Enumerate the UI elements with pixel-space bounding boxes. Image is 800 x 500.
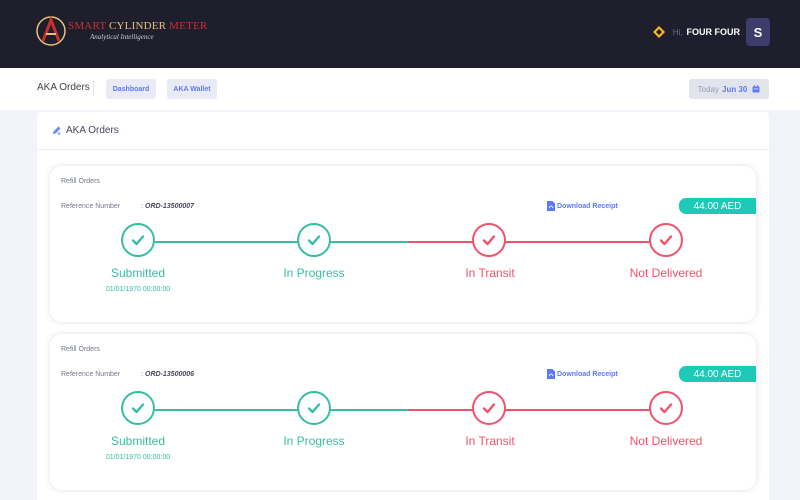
step-submitted-circle [121,391,155,425]
check-icon [659,403,673,414]
step-in-transit-label: In Transit [465,434,515,448]
calendar-icon [752,85,760,93]
order-card: Refill Orders Reference Number : ORD-135… [50,334,756,490]
progress-line-failed [408,409,652,411]
step-in-progress-label: In Progress [283,434,345,448]
check-icon [659,235,673,246]
page-title: AKA Orders [37,82,90,93]
step-in-progress-circle [297,223,331,257]
step-in-progress-circle [297,391,331,425]
progress-line-complete [155,409,408,411]
logo-title: SMART CYLINDER METER [68,20,208,32]
step-not-delivered-circle [649,391,683,425]
check-icon [307,403,321,414]
check-icon [131,403,145,414]
dashboard-button[interactable]: Dashboard [106,79,156,99]
step-in-transit-label: In Transit [465,266,515,280]
brand-logo[interactable]: SMART CYLINDER METER Analytical Intellig… [36,14,207,48]
date-value: Jun 30 [722,84,748,94]
notification-icon[interactable] [652,26,665,38]
step-submitted-circle [121,223,155,257]
top-header: SMART CYLINDER METER Analytical Intellig… [0,0,800,68]
order-progress-tracker: Submitted 01/01/1970 00:00:00 In Progres… [50,334,756,490]
check-icon [131,235,145,246]
step-not-delivered-circle [649,223,683,257]
portlet-header: AKA Orders [37,112,769,150]
aka-wallet-button[interactable]: AKA Wallet [167,79,217,99]
logo-tagline: Analytical Intelligence [90,33,154,41]
step-in-transit-circle [472,223,506,257]
step-not-delivered-label: Not Delivered [629,434,703,448]
user-name: FOUR FOUR [686,27,741,37]
order-progress-tracker: Submitted 01/01/1970 00:00:00 In Progres… [50,166,756,322]
date-picker[interactable]: Today Jun 30 [689,79,769,99]
step-submitted-label: Submitted [110,434,166,448]
subheader: AKA Orders Dashboard AKA Wallet Today Ju… [0,68,800,110]
step-submitted-date: 01/01/1970 00:00:00 [105,454,171,461]
step-not-delivered-label: Not Delivered [629,266,703,280]
progress-line-failed [408,241,652,243]
date-label: Today [697,84,719,94]
logo-emblem-icon [36,15,66,46]
edit-icon [53,126,61,135]
portlet-title: AKA Orders [66,125,119,136]
step-in-transit-circle [472,391,506,425]
subheader-divider [93,80,94,96]
avatar[interactable]: S [746,18,770,46]
step-submitted-date: 01/01/1970 00:00:00 [105,286,171,293]
user-menu[interactable]: Hi, FOUR FOUR S [652,18,770,46]
check-icon [307,235,321,246]
check-icon [482,403,496,414]
greeting-text: Hi, [672,27,683,37]
order-card: Refill Orders Reference Number : ORD-135… [50,166,756,322]
step-submitted-label: Submitted [110,266,166,280]
progress-line-complete [155,241,408,243]
step-in-progress-label: In Progress [283,266,345,280]
check-icon [482,235,496,246]
orders-portlet: AKA Orders Refill Orders Reference Numbe… [37,112,769,500]
